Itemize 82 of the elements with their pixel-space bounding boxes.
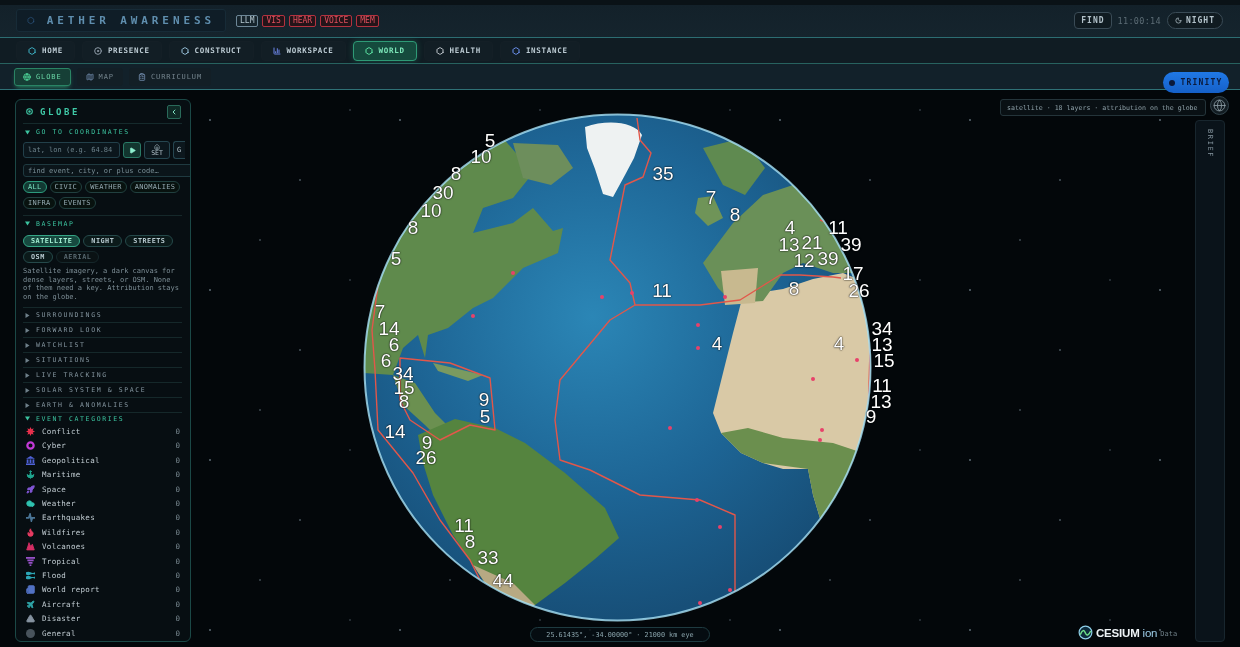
- cluster-count: 6: [380, 352, 392, 370]
- cluster-count: 13: [871, 336, 893, 354]
- globe-icon: [1213, 99, 1226, 112]
- cluster-count: 5: [479, 408, 491, 426]
- cluster-count: 6: [388, 336, 400, 354]
- cluster-count: 7: [705, 189, 717, 207]
- panel-title: GLOBE: [40, 106, 81, 117]
- caret-icon: [25, 416, 30, 422]
- cluster-count: 14: [384, 423, 406, 441]
- caret-icon: [25, 342, 30, 348]
- cluster-count: 39: [817, 250, 839, 268]
- caret-icon: [25, 357, 30, 363]
- globe-icon: [23, 72, 31, 81]
- find-button[interactable]: FIND: [1074, 12, 1112, 29]
- dot-icon: [1169, 79, 1176, 86]
- hexagon-icon: [28, 46, 36, 55]
- cluster-count: 11: [652, 282, 672, 300]
- cluster-count: 7: [374, 303, 386, 321]
- cluster-count: 5: [390, 250, 402, 268]
- play-icon: [128, 146, 136, 154]
- target-icon: [26, 108, 33, 115]
- logo-icon: [1078, 625, 1093, 640]
- cluster-count: 17: [842, 265, 864, 283]
- assistant-button[interactable]: TRINITY: [1163, 72, 1229, 93]
- home-icon: [154, 144, 160, 150]
- caret-icon: [25, 372, 30, 378]
- cluster-count: 15: [873, 352, 895, 370]
- bar-chart-icon: [272, 46, 281, 55]
- disc-icon: [93, 46, 102, 55]
- cluster-count: 10: [420, 202, 442, 220]
- caret-icon: [25, 402, 30, 408]
- logo-wordmark: CESIUM ion: [1096, 626, 1158, 639]
- cluster-count: 4: [784, 219, 796, 237]
- cluster-count: 26: [415, 449, 437, 467]
- status-badge: HEAR: [288, 14, 317, 27]
- go-button[interactable]: [123, 142, 141, 158]
- caret-icon: [25, 129, 30, 135]
- theme-toggle-button[interactable]: NIGHT: [1166, 12, 1223, 29]
- cluster-count: 14: [378, 320, 400, 338]
- cluster-count: 8: [464, 533, 476, 551]
- cluster-count: 9: [865, 408, 877, 426]
- cluster-count: 21: [801, 234, 823, 252]
- cluster-count: 8: [729, 206, 741, 224]
- hexagon-icon: [364, 46, 373, 55]
- chevron-left-icon: [170, 107, 178, 116]
- cluster-count: 11: [828, 219, 848, 237]
- status-badge: VOICE: [320, 14, 353, 27]
- cluster-count: 5: [484, 132, 496, 150]
- cluster-count: 4: [711, 335, 723, 353]
- cluster-count: 11: [872, 377, 892, 395]
- status-badge: VIS: [262, 14, 285, 27]
- status-badge: MEM: [356, 14, 379, 27]
- cluster-count: 39: [840, 236, 862, 254]
- caret-icon: [25, 221, 30, 226]
- cluster-count: 11: [454, 517, 474, 535]
- cluster-count: 34: [871, 320, 893, 338]
- collapse-button[interactable]: [167, 104, 181, 119]
- clock-text: 11:00:14: [1117, 15, 1161, 26]
- globe-button[interactable]: [1210, 96, 1229, 115]
- caret-icon: [25, 327, 30, 333]
- hexagon-icon: [180, 46, 189, 55]
- cluster-count: 12: [793, 252, 815, 270]
- moon-icon: [1174, 17, 1182, 24]
- cluster-count: 13: [870, 393, 892, 411]
- map-icon: [85, 72, 94, 81]
- cluster-count: 33: [477, 549, 499, 567]
- cluster-count: 8: [398, 393, 410, 411]
- hexagon-icon: [435, 46, 444, 55]
- hexagon-icon: [511, 46, 520, 55]
- cluster-count: 8: [407, 219, 419, 237]
- cluster-count: 9: [478, 391, 490, 409]
- caret-icon: [25, 312, 30, 318]
- caret-icon: [25, 387, 30, 393]
- cluster-count: 30: [432, 184, 454, 202]
- cluster-count: 26: [848, 282, 870, 300]
- cluster-count: 4: [833, 335, 845, 353]
- status-badge: LLM: [236, 14, 259, 27]
- cluster-count: 13: [778, 236, 800, 254]
- clipboard-icon: [137, 72, 146, 81]
- cluster-count: 35: [652, 165, 674, 183]
- app-title: AETHER AWARENESS: [46, 14, 215, 27]
- cluster-count: 9: [421, 434, 433, 452]
